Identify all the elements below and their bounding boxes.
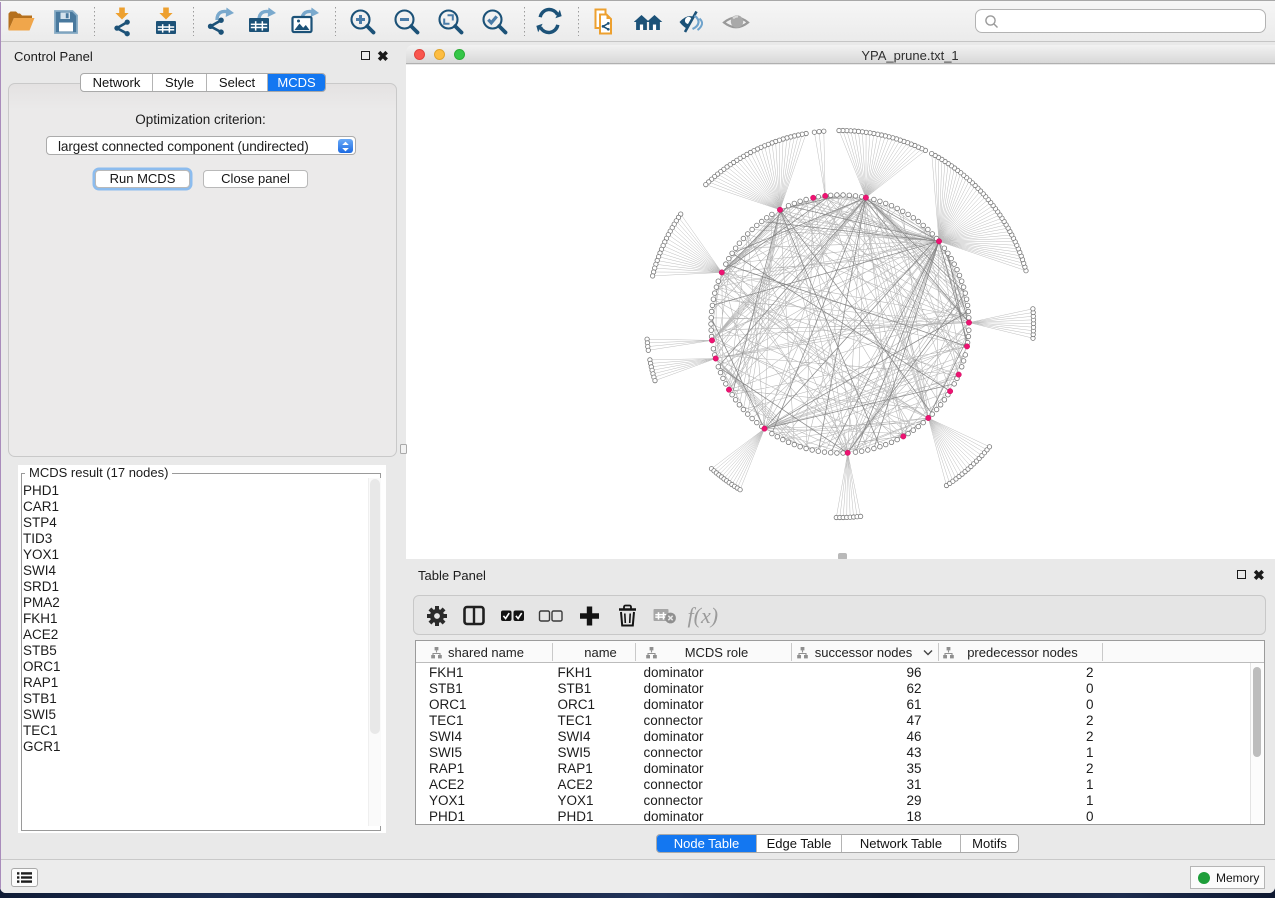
svg-text:f(x): f(x) [688,603,719,628]
